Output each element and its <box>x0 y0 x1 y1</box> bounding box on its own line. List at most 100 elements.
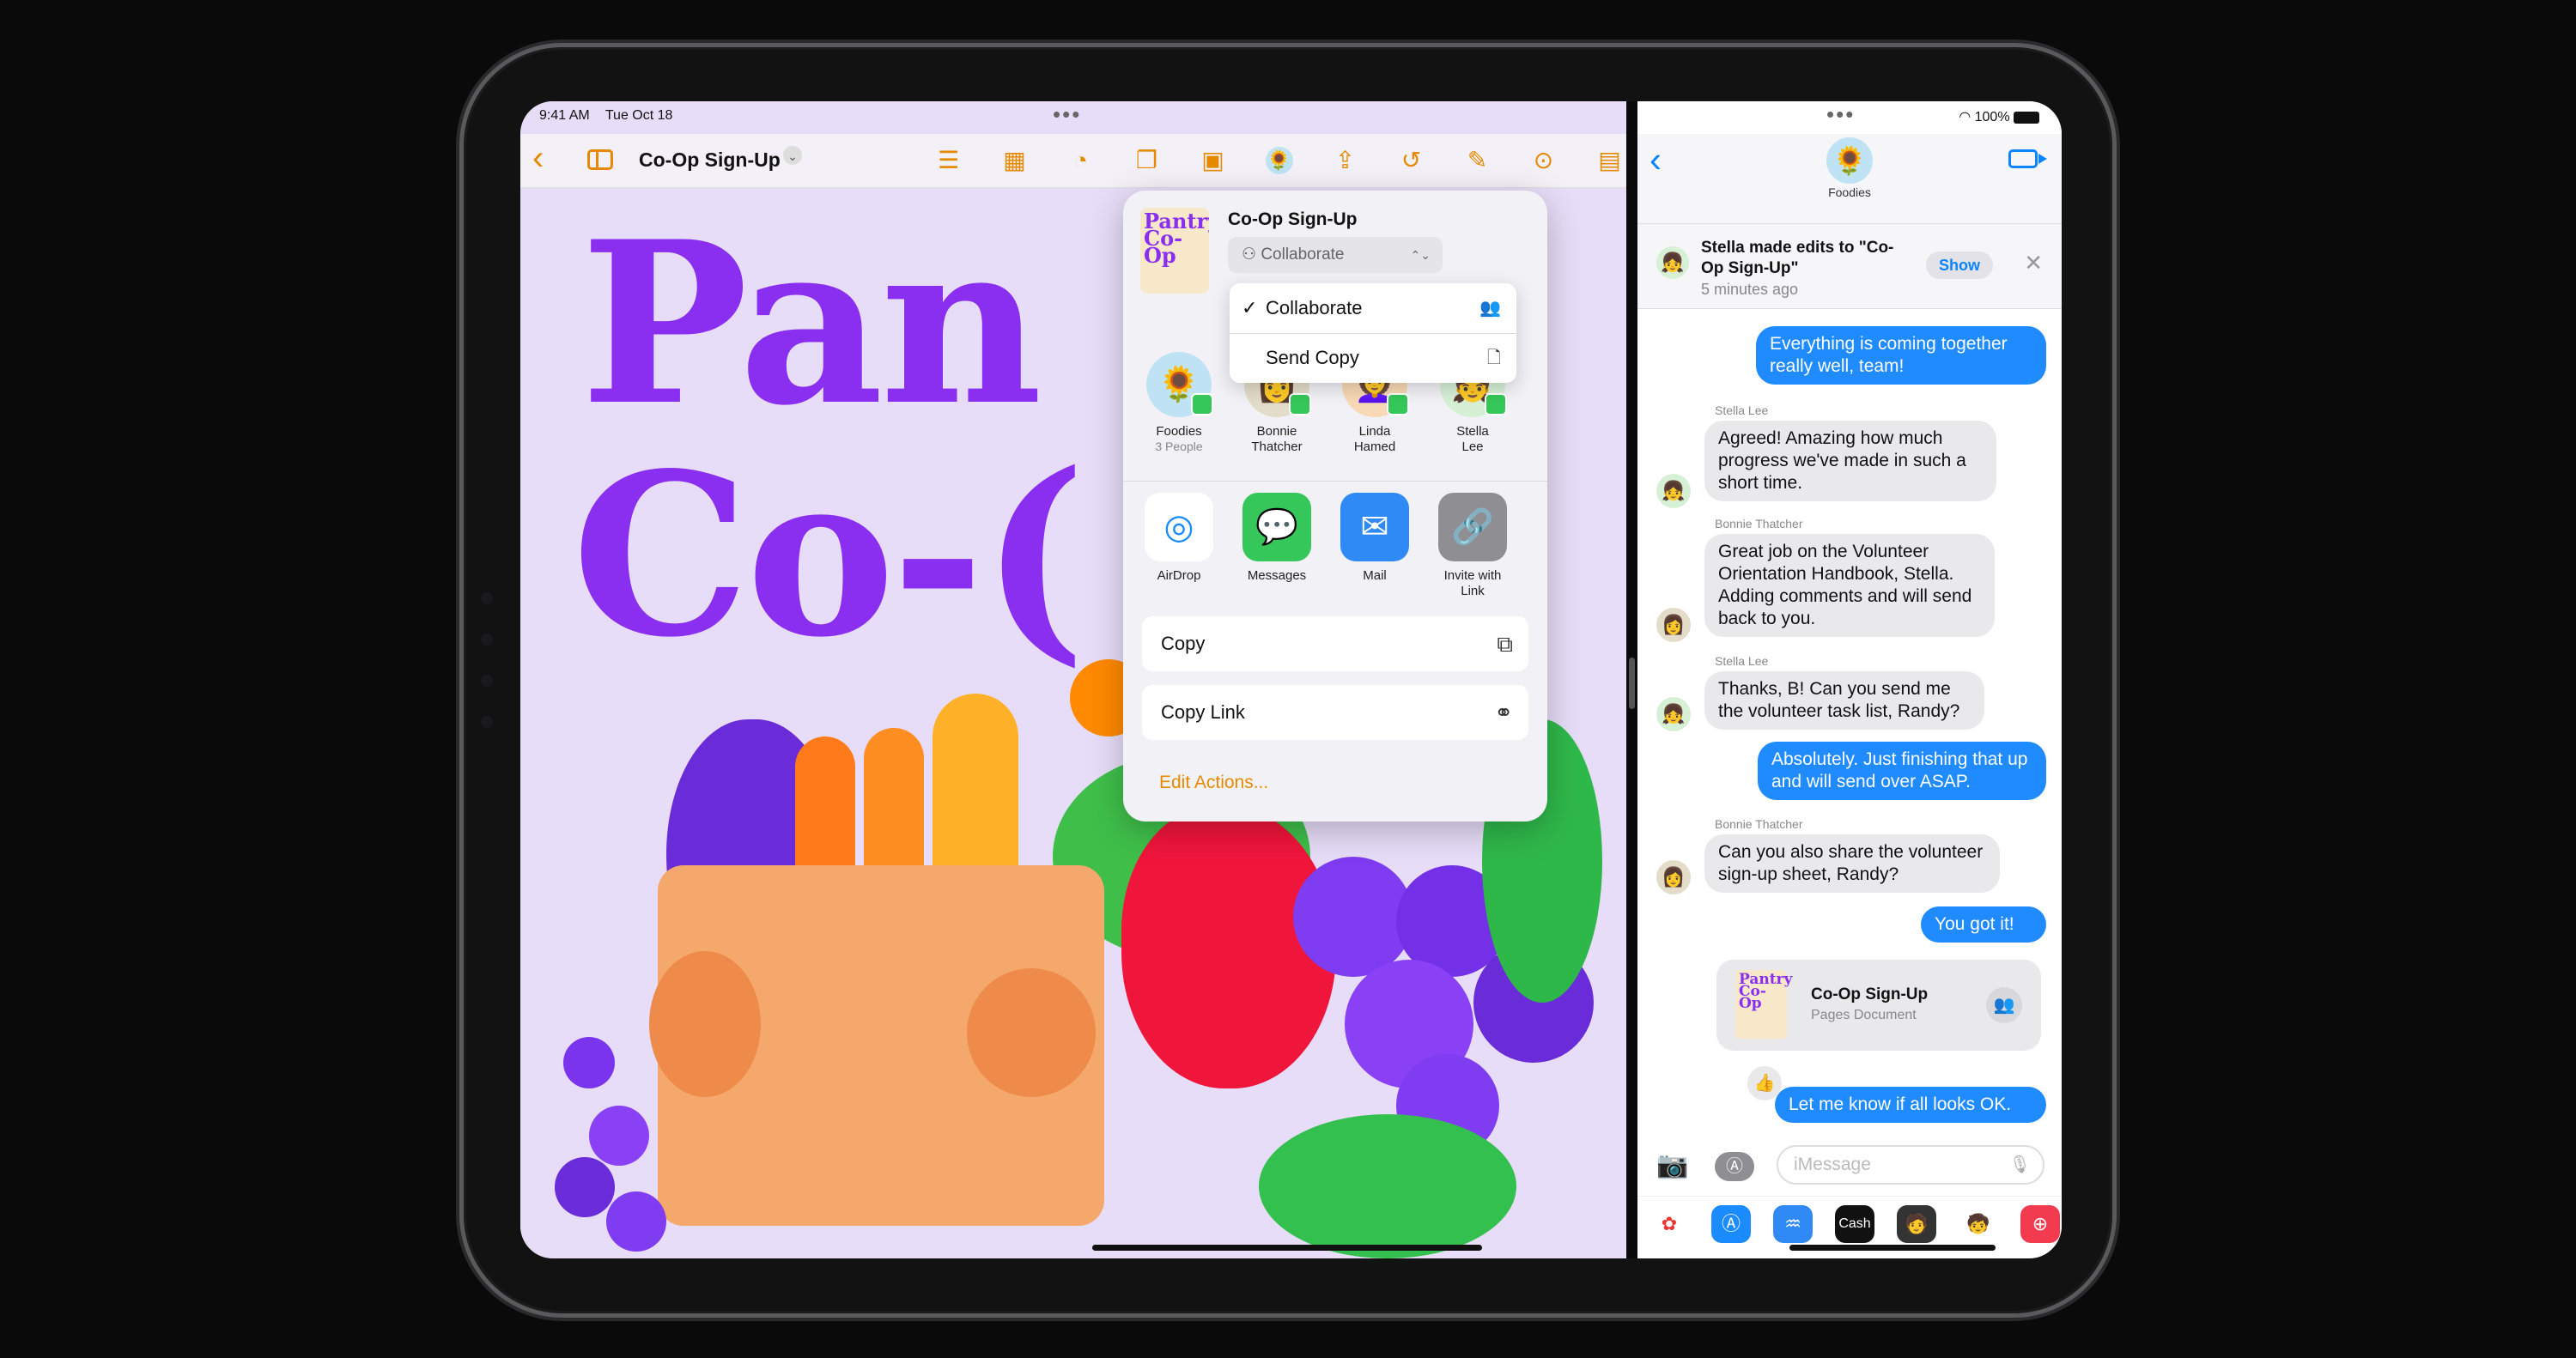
share-person-foodies[interactable]: 🌻 Foodies 3 People <box>1132 352 1226 454</box>
table-icon[interactable]: ▦ <box>981 146 1048 177</box>
mail-icon: ✉ <box>1340 493 1409 561</box>
pages-app: Pan Co-( 9:41 AM Tue Oct 18 ••• ‹ Co-Op … <box>520 101 1626 1258</box>
messages-badge-icon <box>1191 393 1213 415</box>
more-icon[interactable]: ⊙ <box>1510 146 1577 177</box>
status-right: ◠ 100% <box>1959 108 2039 125</box>
share-mode-value: Collaborate <box>1261 246 1345 264</box>
poster-berry-3 <box>555 1157 615 1217</box>
chart-icon[interactable]: ◔ <box>1048 146 1114 177</box>
message-bubble[interactable]: Agreed! Amazing how much progress we've … <box>1704 421 1996 501</box>
messages-app: ••• ◠ 100% ‹ 🌻 Foodies 👧 Stella made edi… <box>1637 101 2062 1258</box>
message-bubble[interactable]: Thanks, B! Can you send me the volunteer… <box>1704 671 1984 730</box>
message-bubble[interactable]: Can you also share the volunteer sign-up… <box>1704 834 2000 893</box>
share-app-airdrop[interactable]: ◎ AirDrop <box>1132 493 1226 584</box>
shape-icon[interactable]: ❐ <box>1114 146 1180 177</box>
app-store-icon[interactable]: Ⓐ <box>1715 1152 1754 1181</box>
pages-toolbar: ‹ Co-Op Sign-Up ⌄ ☰ ▦ ◔ ❐ ▣ 🌻 ⇪ ↺ ✎ ⊙ ▤ <box>520 134 1626 188</box>
message-bubble[interactable]: Great job on the Volunteer Orientation H… <box>1704 534 1995 637</box>
person-sub: 3 People <box>1155 440 1203 453</box>
share-app-invite-link[interactable]: 🔗 Invite with Link <box>1425 493 1520 599</box>
document-title[interactable]: Co-Op Sign-Up <box>639 149 781 172</box>
image-search-icon[interactable]: ⊕ <box>2020 1205 2060 1243</box>
airdrop-icon: ◎ <box>1145 493 1213 561</box>
multitasking-handle[interactable]: ••• <box>1053 103 1081 125</box>
share-app-messages[interactable]: 💬 Messages <box>1230 493 1324 584</box>
memoji-icon[interactable]: 🧑 <box>1897 1205 1936 1243</box>
message-bubble[interactable]: You got it! <box>1921 906 2046 943</box>
share-mode-select[interactable]: ⚇ Collaborate ⌃⌄ <box>1228 237 1443 273</box>
poster-title-line2: Co-( <box>572 425 1086 687</box>
back-chevron-icon[interactable]: ‹ <box>532 141 544 175</box>
home-indicator[interactable] <box>1789 1245 1996 1251</box>
imessage-input[interactable]: iMessage 🎙 <box>1777 1145 2044 1185</box>
group-info[interactable]: 🌻 Foodies <box>1637 137 2062 199</box>
stella-avatar: 👧 <box>1656 246 1689 279</box>
poster-hand-right <box>967 968 1096 1097</box>
microphone-icon[interactable]: 🎙 <box>2009 1147 2031 1183</box>
message-input-row: 📷 Ⓐ iMessage 🎙 <box>1637 1140 2062 1191</box>
document-setup-icon[interactable]: ▤ <box>1577 146 1626 177</box>
message-bubble[interactable]: Absolutely. Just finishing that up and w… <box>1758 742 2046 800</box>
dropdown-label: Collaborate <box>1266 297 1363 318</box>
app-store-drawer-icon[interactable]: Ⓐ <box>1711 1205 1751 1243</box>
doc-thumbnail: Pantry Co-Op <box>1735 970 1792 1039</box>
poster-title-line1: Pan <box>580 193 1042 455</box>
action-label: Copy Link <box>1161 701 1245 723</box>
memoji-stickers-icon[interactable]: 🧒 <box>1959 1205 1998 1243</box>
multitasking-handle[interactable]: ••• <box>1826 103 1855 125</box>
camera-icon[interactable]: 📷 <box>1656 1150 1688 1180</box>
sender-name: Bonnie Thatcher <box>1715 517 1803 530</box>
list-icon[interactable]: ☰ <box>915 146 981 177</box>
dropdown-item-collaborate[interactable]: ✓ Collaborate 👥 <box>1230 283 1516 333</box>
media-icon[interactable]: ▣ <box>1180 146 1246 177</box>
title-menu-chevron-icon[interactable]: ⌄ <box>783 146 802 165</box>
message-bubble[interactable]: Let me know if all looks OK. <box>1775 1087 2046 1123</box>
copy-link-action[interactable]: Copy Link ⚭ <box>1142 685 1528 740</box>
person-name: Bonnie Thatcher <box>1251 424 1303 454</box>
undo-icon[interactable]: ↺ <box>1378 146 1444 177</box>
divider-handle[interactable] <box>1629 658 1635 709</box>
format-brush-icon[interactable]: ✎ <box>1444 146 1510 177</box>
people-small-icon: ⚇ <box>1242 246 1261 264</box>
share-document-title: Co-Op Sign-Up <box>1228 209 1358 229</box>
share-thumb-text: Pantry Co-Op <box>1144 209 1209 268</box>
share-app-mail[interactable]: ✉ Mail <box>1327 493 1422 584</box>
close-icon[interactable]: ✕ <box>2024 250 2043 276</box>
sender-name: Stella Lee <box>1715 403 1769 417</box>
split-view-divider[interactable] <box>1626 101 1637 1258</box>
ipad-screen: Pan Co-( 9:41 AM Tue Oct 18 ••• ‹ Co-Op … <box>520 101 2062 1258</box>
dropdown-item-send-copy[interactable]: Send Copy 🗋 <box>1230 333 1516 383</box>
photos-app-icon[interactable]: ✿ <box>1649 1205 1689 1243</box>
poster-berry-1 <box>563 1037 615 1088</box>
battery-percent: 100% <box>1974 110 2010 124</box>
apple-cash-icon[interactable]: Cash <box>1835 1205 1874 1243</box>
message-bubble[interactable]: Everything is coming together really wel… <box>1756 326 2046 385</box>
video-call-icon[interactable] <box>2008 149 2047 168</box>
copy-action[interactable]: Copy ⧉ <box>1142 616 1528 671</box>
imessage-app-drawer: ✿ Ⓐ ♒ Cash 🧑 🧒 ⊕ <box>1637 1196 2062 1252</box>
person-name: Linda Hamed <box>1353 424 1396 454</box>
app-label: Invite with Link <box>1443 568 1502 598</box>
messages-badge-icon <box>1387 393 1409 415</box>
toolbar-icons: ☰ ▦ ◔ ❐ ▣ 🌻 ⇪ ↺ ✎ ⊙ ▤ <box>915 146 1626 177</box>
collab-notification: 👧 Stella made edits to "Co-Op Sign-Up" 5… <box>1637 224 2062 309</box>
edit-actions-link[interactable]: Edit Actions... <box>1159 773 1268 793</box>
group-name: Foodies <box>1828 185 1871 199</box>
poster-stem-leaf <box>1259 1114 1516 1258</box>
poster-berry-2 <box>589 1106 649 1166</box>
audio-message-icon[interactable]: ♒ <box>1773 1205 1813 1243</box>
collaborator-avatar-icon[interactable]: 🌻 <box>1246 146 1312 177</box>
messages-icon: 💬 <box>1242 493 1311 561</box>
stella-avatar: 👧 <box>1656 474 1691 508</box>
sidebar-toggle-icon[interactable] <box>587 149 613 170</box>
poster-grapes-1 <box>1293 857 1413 977</box>
messages-badge-icon <box>1485 393 1507 415</box>
poster-berry-4 <box>606 1191 666 1252</box>
collaborators-icon[interactable]: 👥 <box>1986 987 2022 1023</box>
shared-document-card[interactable]: Pantry Co-Op Co-Op Sign-Up Pages Documen… <box>1716 960 2041 1051</box>
share-icon[interactable]: ⇪ <box>1312 146 1378 177</box>
home-indicator[interactable] <box>1092 1245 1482 1251</box>
messages-badge-icon <box>1289 393 1311 415</box>
foodies-avatar: 🌻 <box>1146 352 1213 417</box>
show-button[interactable]: Show <box>1926 252 1993 279</box>
